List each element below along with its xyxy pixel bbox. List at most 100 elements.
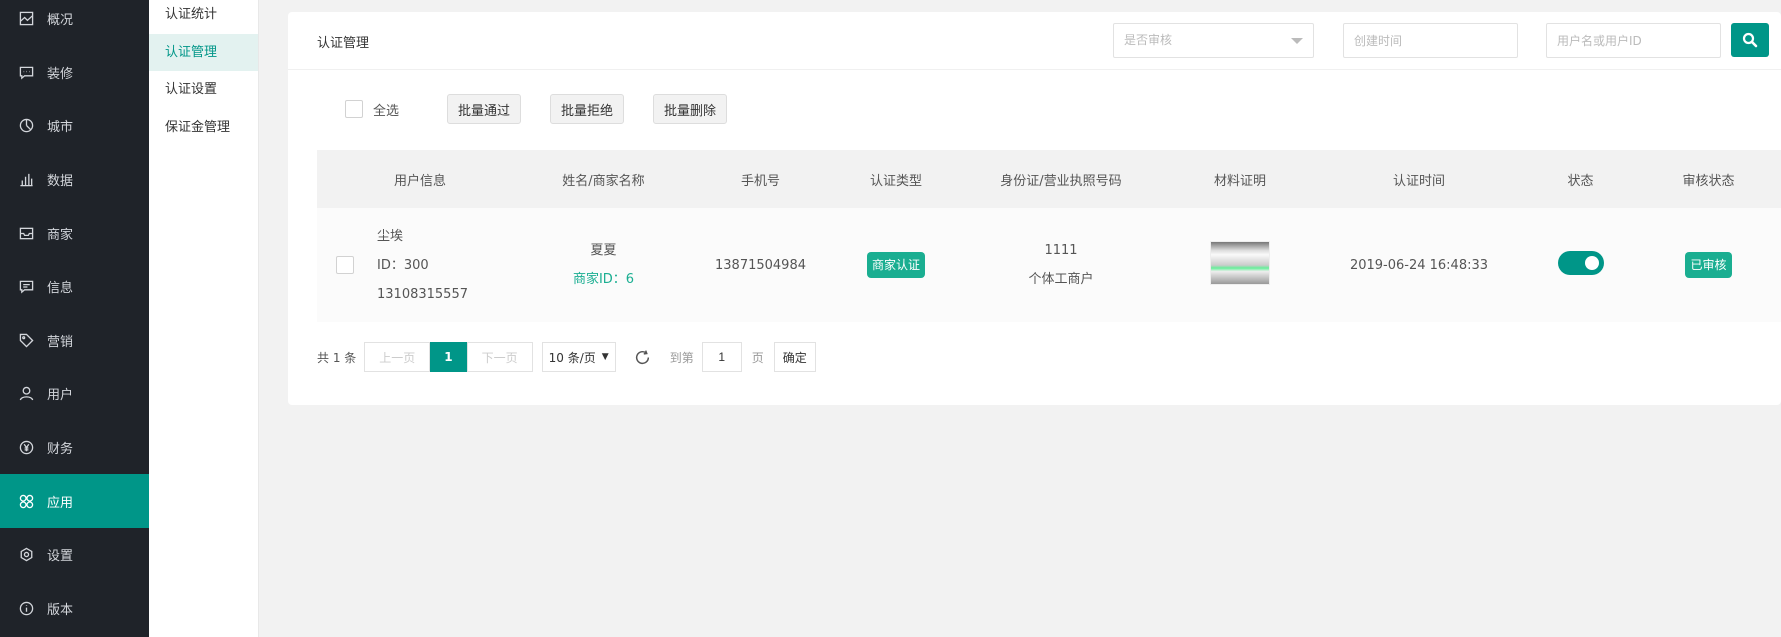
page-unit-label: 页 [751,350,764,365]
column-header: 状态 [1567,173,1594,189]
auth-table: 用户信息 姓名/商家名称 手机号 认证类型 身份证/营业执照号码 材料证明 认证… [317,150,1781,322]
review-status-cell: 已审核 [1636,252,1781,278]
sidebar-item-label: 设置 [47,549,74,565]
status-cell [1525,251,1636,279]
table-header: 用户信息 姓名/商家名称 手机号 认证类型 身份证/营业执照号码 材料证明 认证… [317,150,1781,208]
tag-icon [18,332,34,348]
material-proof-cell [1167,241,1313,289]
review-status-select[interactable]: 是否审核 [1113,23,1314,58]
yen-icon [18,440,34,456]
batch-delete-button[interactable]: 批量删除 [653,94,728,124]
column-header: 审核状态 [1682,173,1735,189]
business-type: 个体工商户 [1028,272,1094,287]
sidebar-item-overview[interactable]: 概况 [0,0,149,46]
decoration-icon [18,64,34,80]
sidebar-item-user[interactable]: 用户 [0,367,149,421]
name-cell: 夏夏 商家ID：6 [523,236,684,294]
sidebar-item-label: 信息 [47,281,74,297]
table-row: 尘埃 ID：300 13108315557 夏夏 商家ID：6 13871504… [317,208,1781,322]
column-header: 身份证/营业执照号码 [1000,173,1122,189]
user-phone: 13108315557 [377,286,468,302]
row-checkbox[interactable] [336,256,354,274]
batch-approve-button[interactable]: 批量通过 [447,94,522,124]
refresh-icon[interactable] [634,348,652,366]
toggle-knob [1584,256,1599,270]
create-time-input[interactable] [1343,23,1518,58]
batch-toolbar: 全选 批量通过 批量拒绝 批量删除 [345,94,756,124]
subnav-item-deposit-manage[interactable]: 保证金管理 [149,109,258,147]
goto-page-input[interactable] [701,342,742,372]
chevron-down-icon [1291,38,1303,44]
review-status-placeholder: 是否审核 [1124,33,1173,47]
sidebar-item-merchant[interactable]: 商家 [0,206,149,260]
sidebar-item-label: 装修 [47,66,74,82]
sidebar-item-city[interactable]: 城市 [0,99,149,153]
id-number-cell: 1111 个体工商户 [955,236,1167,294]
prev-page-button[interactable]: 上一页 [364,342,431,372]
merchant-name: 夏夏 [590,243,617,258]
sidebar-item-label: 用户 [47,388,74,404]
main-sidebar: 概况 装修 城市 数据 商家 信息 营销 用户 财务 应用 设置 版本 [0,0,149,637]
sidebar-item-label: 商家 [47,227,74,243]
column-header: 认证类型 [869,173,922,189]
auth-management-card: 认证管理 是否审核 全选 批量通过 批量拒绝 批量删除 用户信息 姓名/商家名称… [288,12,1781,405]
sidebar-item-label: 数据 [47,174,74,190]
sidebar-item-marketing[interactable]: 营销 [0,314,149,368]
overview-icon [18,11,34,27]
sidebar-item-apps[interactable]: 应用 [0,474,149,528]
dropdown-arrow-icon: ▼ [601,352,609,362]
column-header: 手机号 [740,173,780,189]
sidebar-item-settings[interactable]: 设置 [0,528,149,582]
city-icon [18,118,34,134]
sidebar-item-label: 概况 [47,13,74,29]
auth-time-cell: 2019-06-24 16:48:33 [1349,257,1489,273]
info-icon [18,600,34,616]
page-size-value: 10 条/页 [548,350,596,365]
sidebar-item-decoration[interactable]: 装修 [0,46,149,100]
sidebar-item-label: 财务 [47,442,74,458]
card-header: 认证管理 是否审核 [288,12,1781,70]
auth-type-cell: 商家认证 [837,252,955,278]
merchant-icon [18,225,34,241]
subnav-item-auth-stats[interactable]: 认证统计 [149,0,258,34]
phone-cell: 13871504984 [715,257,806,273]
column-header: 姓名/商家名称 [562,173,645,189]
user-name: 尘埃 [377,228,404,244]
column-header: 材料证明 [1213,173,1266,189]
id-number: 1111 [1044,243,1078,258]
column-header: 用户信息 [393,173,446,189]
goto-confirm-button[interactable]: 确定 [773,342,816,372]
sidebar-item-label: 城市 [47,120,74,136]
settings-icon [18,547,34,563]
sidebar-item-message[interactable]: 信息 [0,260,149,314]
status-toggle[interactable] [1557,251,1604,275]
select-all-checkbox[interactable] [345,100,363,118]
search-icon [1742,32,1758,48]
goto-label: 到第 [669,350,694,365]
sidebar-item-data[interactable]: 数据 [0,153,149,207]
page-1-button[interactable]: 1 [430,342,467,372]
search-button[interactable] [1731,23,1769,57]
sub-navigation: 认证统计 认证管理 认证设置 保证金管理 [149,0,259,637]
pagination: 共 1 条 上一页 1 下一页 10 条/页 ▼ 到第 页 确定 [317,342,816,372]
sidebar-item-label: 应用 [47,495,74,511]
merchant-id: 商家ID：6 [572,272,635,287]
material-proof-thumbnail[interactable] [1210,241,1270,285]
auth-type-badge: 商家认证 [866,252,925,278]
sidebar-item-label: 版本 [47,602,74,618]
apps-icon [18,493,34,509]
review-status-badge: 已审核 [1685,252,1732,278]
page-size-select[interactable]: 10 条/页 ▼ [541,342,616,372]
user-id: ID：300 [377,257,429,273]
sidebar-item-finance[interactable]: 财务 [0,421,149,475]
data-chart-icon [18,172,34,188]
user-search-input[interactable] [1546,23,1721,58]
subnav-item-auth-settings[interactable]: 认证设置 [149,71,258,109]
total-count: 共 1 条 [317,350,357,365]
subnav-item-auth-manage[interactable]: 认证管理 [149,33,258,71]
sidebar-item-version[interactable]: 版本 [0,582,149,636]
batch-reject-button[interactable]: 批量拒绝 [550,94,625,124]
next-page-button[interactable]: 下一页 [466,342,533,372]
user-icon [18,386,34,402]
select-all-label: 全选 [373,103,400,119]
